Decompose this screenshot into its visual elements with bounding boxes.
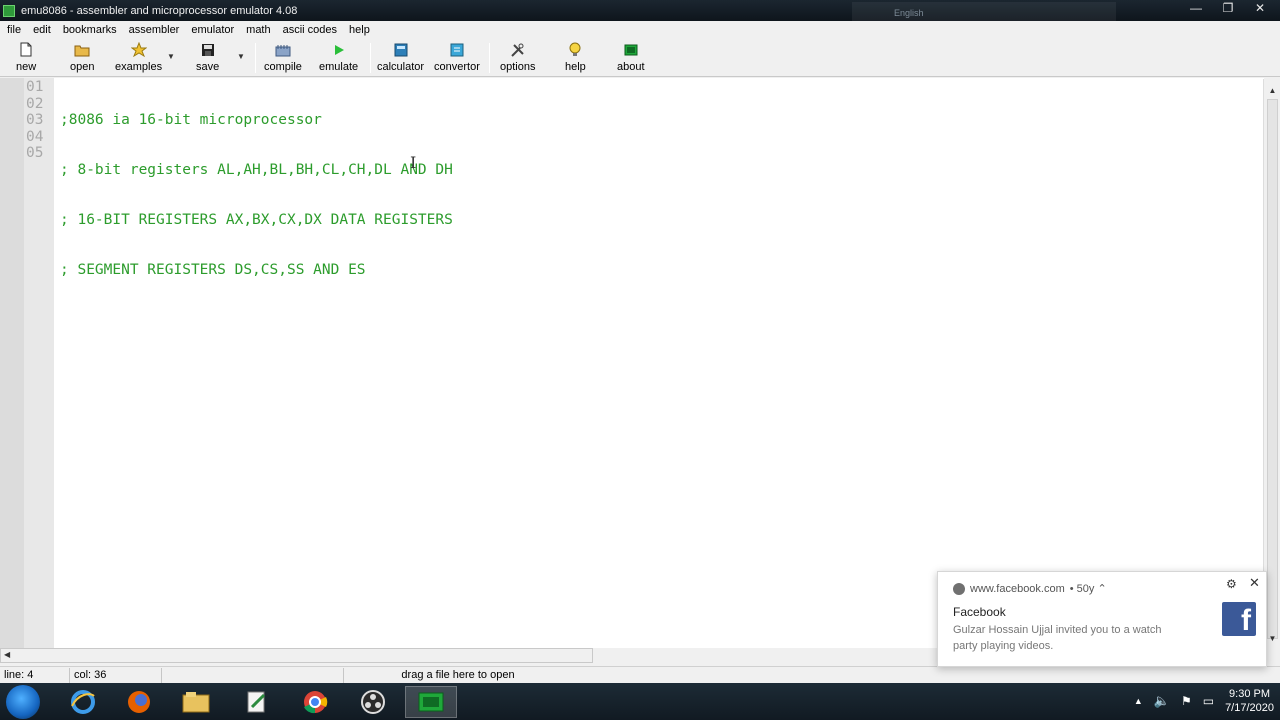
notification-message: Gulzar Hossain Ujjal invited you to a wa… [953, 624, 1162, 652]
menu-assembler[interactable]: assembler [123, 21, 186, 39]
open-button[interactable]: open [70, 42, 94, 73]
code-line[interactable]: ; 8-bit registers AL,AH,BL,BH,CL,CH,DL A… [60, 162, 453, 179]
chrome-icon [953, 582, 965, 595]
taskbar: ▲ 🔈 ⚑ ▭ 9:30 PM 7/17/2020 [0, 683, 1280, 720]
ie-icon[interactable] [57, 686, 109, 718]
about-button[interactable]: about [617, 42, 645, 73]
scroll-left-icon[interactable]: ◀ [4, 650, 10, 659]
save-dropdown-icon[interactable]: ▼ [237, 52, 245, 61]
vertical-scrollbar[interactable]: ▲ ▼ [1263, 79, 1280, 648]
examples-dropdown-icon[interactable]: ▼ [167, 52, 175, 61]
menu-help[interactable]: help [343, 21, 376, 39]
text-cursor-icon: I [410, 153, 417, 172]
notification-source: www.facebook.com • 50y ⌃ [953, 582, 1107, 595]
help-bulb-icon [567, 42, 583, 57]
chrome-taskbar-icon[interactable] [289, 686, 341, 718]
code-text[interactable]: ;8086 ia 16-bit microprocessor ; 8-bit r… [60, 79, 453, 345]
title-bar: emu8086 - assembler and microprocessor e… [0, 0, 1280, 26]
show-hidden-icons-icon[interactable]: ▲ [1134, 696, 1143, 706]
horizontal-scrollbar[interactable]: ◀ [0, 648, 593, 663]
convertor-button[interactable]: convertor [434, 42, 480, 73]
star-icon [130, 42, 147, 57]
scroll-up-icon[interactable]: ▲ [1266, 83, 1279, 98]
file-explorer-icon[interactable] [170, 686, 222, 718]
close-button[interactable]: ✕ [1246, 2, 1274, 16]
line-number: 05 [26, 145, 44, 162]
code-line[interactable]: ; SEGMENT REGISTERS DS,CS,SS AND ES [60, 262, 453, 279]
compile-button[interactable]: compile [264, 42, 302, 73]
status-hint: drag a file here to open [401, 669, 515, 681]
emu8086-taskbar-icon[interactable] [405, 686, 457, 718]
line-number: 02 [26, 95, 44, 112]
code-line[interactable]: ; 16-BIT REGISTERS AX,BX,CX,DX DATA REGI… [60, 212, 453, 229]
clock[interactable]: 9:30 PM 7/17/2020 [1225, 687, 1274, 715]
maximize-button[interactable]: ❐ [1214, 2, 1242, 16]
gear-icon[interactable]: ⚙ [1226, 577, 1237, 591]
line-number: 01 [26, 79, 44, 95]
menu-edit[interactable]: edit [27, 21, 57, 39]
menu-math[interactable]: math [240, 21, 276, 39]
notepad-icon[interactable] [231, 686, 283, 718]
status-line: line: 4 [0, 668, 70, 683]
menu-bookmarks[interactable]: bookmarks [57, 21, 123, 39]
minimize-button[interactable]: — [1182, 2, 1210, 16]
obs-icon[interactable] [347, 686, 399, 718]
facebook-logo-icon: f [1222, 602, 1256, 637]
notification-toast[interactable]: www.facebook.com • 50y ⌃ ⚙ ✕ Facebook Gu… [937, 571, 1267, 667]
toolbar: new open examples ▼ save ▼ compile emula… [0, 39, 1280, 77]
play-icon [331, 42, 347, 57]
menu-file[interactable]: file [1, 21, 27, 39]
calculator-icon [393, 42, 409, 57]
toolbar-separator [489, 43, 490, 73]
start-button[interactable] [6, 685, 40, 719]
compile-icon [275, 42, 291, 57]
code-line[interactable]: ;8086 ia 16-bit microprocessor [60, 112, 453, 129]
line-number: 03 [26, 112, 44, 129]
action-center-flag-icon[interactable]: ⚑ [1181, 694, 1192, 708]
status-col: col: 36 [70, 668, 162, 683]
window-title: emu8086 - assembler and microprocessor e… [21, 4, 298, 17]
menu-ascii-codes[interactable]: ascii codes [277, 21, 343, 39]
notification-title: Facebook [953, 605, 1006, 619]
firefox-icon[interactable] [113, 686, 165, 718]
folder-icon [74, 42, 90, 57]
scroll-thumb[interactable] [1267, 99, 1278, 639]
menu-emulator[interactable]: emulator [185, 21, 240, 39]
tools-icon [510, 42, 526, 57]
floppy-disk-icon [200, 42, 216, 57]
toolbar-separator [255, 43, 256, 73]
scroll-down-icon[interactable]: ▼ [1266, 631, 1279, 646]
network-icon[interactable]: ▭ [1203, 694, 1214, 708]
status-bar: line: 4 col: 36 drag a file here to open [0, 666, 1280, 683]
system-tray: ▲ 🔈 ⚑ ▭ 9:30 PM 7/17/2020 [1134, 687, 1274, 715]
calculator-button[interactable]: calculator [377, 42, 424, 73]
status-empty [162, 668, 344, 683]
speaker-icon[interactable]: 🔈 [1154, 693, 1170, 709]
emulate-button[interactable]: emulate [319, 42, 358, 73]
line-numbers: 01 02 03 04 05 [26, 79, 43, 162]
new-file-icon [18, 42, 34, 57]
save-button[interactable]: save [196, 42, 219, 73]
convertor-icon [449, 42, 465, 57]
line-number: 04 [26, 128, 44, 145]
new-button[interactable]: new [16, 42, 36, 73]
toolbar-separator [370, 43, 371, 73]
close-icon[interactable]: ✕ [1249, 575, 1260, 591]
app-icon [3, 4, 15, 17]
menu-bar: file edit bookmarks assembler emulator m… [0, 21, 1280, 39]
line-number-gutter [0, 78, 54, 648]
examples-button[interactable]: examples [115, 42, 162, 73]
chip-icon [623, 42, 639, 57]
options-button[interactable]: options [500, 42, 535, 73]
help-button[interactable]: help [565, 42, 586, 73]
code-line[interactable] [60, 311, 453, 328]
